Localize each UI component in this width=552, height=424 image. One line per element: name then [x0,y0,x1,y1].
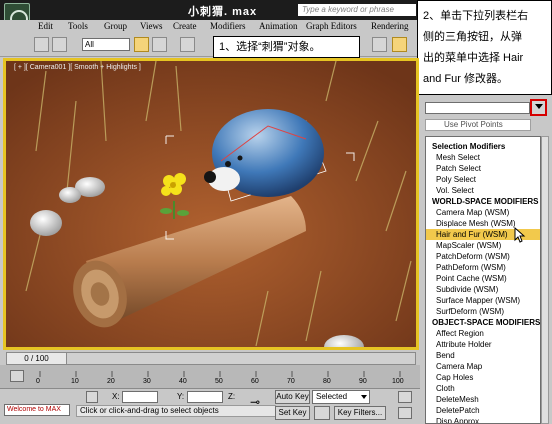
list-item[interactable]: SurfDeform (WSM) [426,306,540,317]
track-tick-label: 60 [251,378,259,385]
list-item[interactable]: Patch Select [426,163,540,174]
auto-key-button[interactable]: Auto Key [275,390,310,404]
set-key-button[interactable]: Set Key [275,406,310,420]
scene-render [6,61,416,347]
menu-edit[interactable]: Edit [38,21,53,31]
stone [59,187,81,203]
list-item[interactable]: DeletePatch [426,405,540,416]
align-icon[interactable] [392,37,407,52]
chevron-down-icon [535,104,543,109]
y-coord-field[interactable] [187,391,223,403]
window-title: 小刺猬. max [188,6,258,18]
menu-animation[interactable]: Animation [259,21,298,31]
list-item[interactable]: Vol. Select [426,185,540,196]
search-input[interactable]: Type a keyword or phrase [298,4,416,16]
modifier-list-scrollbar[interactable] [541,136,549,424]
list-item[interactable]: Disp Approx [426,416,540,423]
menu-graph-editors[interactable]: Graph Editors [306,21,357,31]
select-by-name-icon[interactable] [152,37,167,52]
track-tick-label: 20 [107,378,115,385]
list-item[interactable]: Subdivide (WSM) [426,284,540,295]
undo-icon[interactable] [34,37,49,52]
list-item[interactable]: Point Cache (WSM) [426,273,540,284]
track-tick-label: 40 [179,378,187,385]
modifier-list[interactable]: Selection Modifiers Mesh Select Patch Se… [425,136,541,424]
use-pivot-points-button[interactable]: Use Pivot Points [425,119,531,131]
status-bar: Welcome to MAX Click or click-and-drag t… [0,389,420,424]
list-item[interactable]: Affect Region [426,328,540,339]
track-tick-label: 70 [287,378,295,385]
x-coord-label: X: [112,392,120,401]
callout-line: 2、单击下拉列表栏右 [423,10,529,22]
key-mode-icon[interactable] [314,406,330,420]
rectangular-selection-icon[interactable] [180,37,195,52]
time-slider[interactable]: 0 / 100 [7,353,67,364]
time-slider-track[interactable]: 0 / 100 [6,352,416,365]
maxscript-listener-input[interactable]: Welcome to MAX [4,404,70,416]
list-item[interactable]: Camera Map [426,361,540,372]
mouse-cursor-icon [514,227,526,243]
list-item[interactable]: Mesh Select [426,152,540,163]
key-filters-button[interactable]: Key Filters... [334,406,386,420]
camera-viewport[interactable]: [ + ][ Camera001 ][ Smooth + Highlights … [6,61,416,347]
command-panel: Use Pivot Points Selection Modifiers Mes… [420,95,552,424]
stone [30,210,62,236]
list-item[interactable]: PatchDeform (WSM) [426,251,540,262]
z-coord-label: Z: [228,392,236,401]
callout-line: 出的菜单中选择 Hair [423,52,524,64]
menu-views[interactable]: Views [140,21,162,31]
x-coord-field[interactable] [122,391,158,403]
menu-create[interactable]: Create [173,21,196,31]
track-bar-ticks [39,371,401,377]
list-header: Selection Modifiers [432,142,506,151]
list-item[interactable]: PathDeform (WSM) [426,262,540,273]
list-item[interactable]: Surface Mapper (WSM) [426,295,540,306]
menu-modifiers[interactable]: Modifiers [210,21,246,31]
list-header: WORLD-SPACE MODIFIERS [432,197,539,206]
play-icon[interactable] [398,407,412,419]
track-tick-label: 80 [323,378,331,385]
menu-tools[interactable]: Tools [68,21,88,31]
callout-line: 侧的三角按钮，从弹 [423,31,522,43]
instruction-callout-step2: 2、单击下拉列表栏右 侧的三角按钮，从弹 出的菜单中选择 Hair and Fu… [417,0,552,95]
track-tick-label: 0 [36,378,40,385]
track-tick-label: 90 [359,378,367,385]
menu-group[interactable]: Group [104,21,127,31]
list-item[interactable]: DeleteMesh [426,394,540,405]
list-item[interactable]: Cap Holes [426,372,540,383]
viewport-label[interactable]: [ + ][ Camera001 ][ Smooth + Highlights … [14,64,141,71]
callout-line: and Fur 修改器。 [423,73,508,85]
list-item[interactable]: Camera Map (WSM) [426,207,540,218]
list-item[interactable]: Bend [426,350,540,361]
list-item[interactable]: Poly Select [426,174,540,185]
goto-start-icon[interactable] [398,391,412,403]
menu-rendering[interactable]: Rendering [371,21,409,31]
mirror-icon[interactable] [372,37,387,52]
track-tick-label: 10 [71,378,79,385]
lock-selection-icon[interactable] [86,391,98,403]
track-tick-label: 100 [392,378,404,385]
y-coord-label: Y: [177,392,185,401]
modifier-list-arrow-button[interactable] [530,99,547,116]
select-object-icon[interactable] [134,37,149,52]
track-tick-label: 30 [143,378,151,385]
track-bar[interactable]: 0 10 20 30 40 50 60 70 80 90 100 [0,365,420,389]
modifier-list-dropdown[interactable] [425,102,530,114]
list-item[interactable]: Cloth [426,383,540,394]
selection-set-dropdown[interactable]: Selected [312,390,370,404]
list-header: OBJECT-SPACE MODIFIERS [432,318,541,327]
link-icon[interactable] [52,37,67,52]
instruction-callout-step1: 1、选择“刺猬”对象。 [213,36,360,58]
track-tick-label: 50 [215,378,223,385]
key-icon[interactable]: ⊸ [250,395,268,409]
prompt-line: Click or click-and-drag to select object… [76,405,276,417]
selection-filter-dropdown[interactable]: All [82,38,130,51]
list-item[interactable]: Attribute Holder [426,339,540,350]
